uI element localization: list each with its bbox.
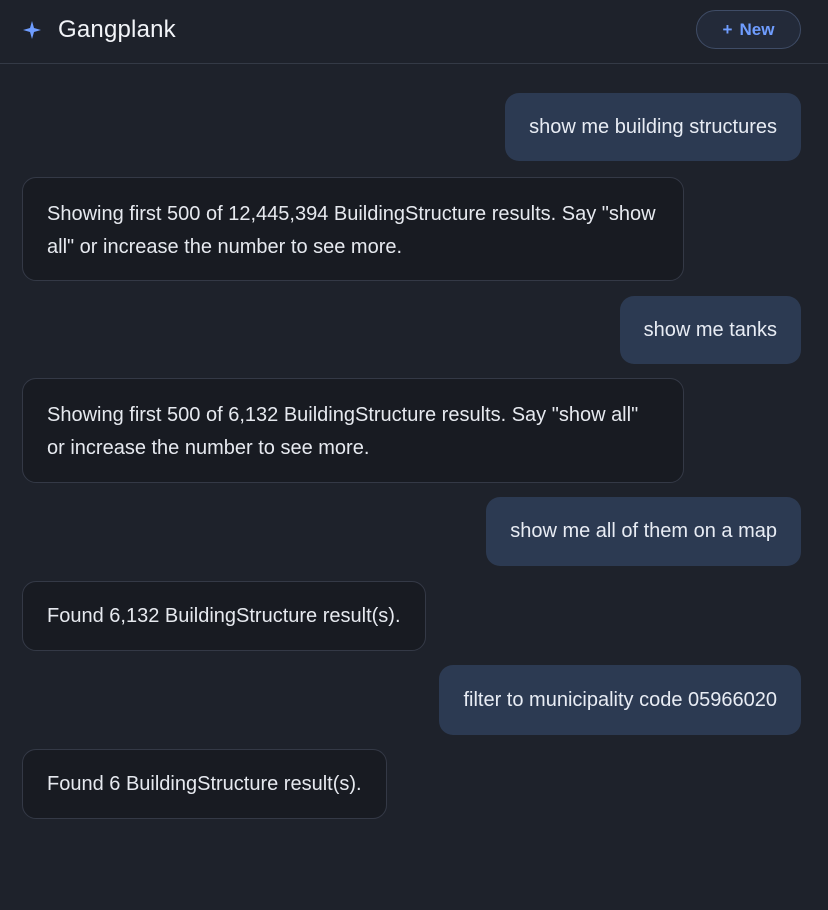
message-text: show me building structures: [529, 115, 777, 138]
assistant-message: Found 6 BuildingStructure result(s).: [22, 749, 387, 819]
app-title: Gangplank: [58, 16, 176, 43]
new-button-label: New: [739, 19, 775, 39]
user-message: show me all of them on a map: [486, 497, 801, 566]
assistant-message: Showing first 500 of 12,445,394 Building…: [22, 177, 684, 281]
message-text: Found 6 BuildingStructure result(s).: [47, 772, 362, 795]
message-text: Found 6,132 BuildingStructure result(s).: [47, 604, 401, 627]
assistant-message: Showing first 500 of 6,132 BuildingStruc…: [22, 378, 684, 483]
sparkle-icon: [23, 21, 41, 39]
app-header: Gangplank + New: [0, 0, 828, 64]
new-chat-button[interactable]: + New: [696, 10, 801, 49]
plus-icon: +: [722, 19, 733, 39]
assistant-message: Found 6,132 BuildingStructure result(s).: [22, 581, 426, 651]
user-message: show me building structures: [505, 93, 801, 161]
user-message: filter to municipality code 05966020: [439, 665, 801, 735]
user-message: show me tanks: [619, 296, 801, 364]
message-text: Showing first 500 of 12,445,394 Building…: [47, 203, 656, 258]
message-text: filter to municipality code 05966020: [463, 688, 777, 711]
message-text: Showing first 500 of 6,132 BuildingStruc…: [47, 404, 639, 459]
brand: Gangplank: [22, 14, 176, 46]
message-text: show me tanks: [643, 318, 777, 341]
message-text: show me all of them on a map: [510, 520, 777, 542]
